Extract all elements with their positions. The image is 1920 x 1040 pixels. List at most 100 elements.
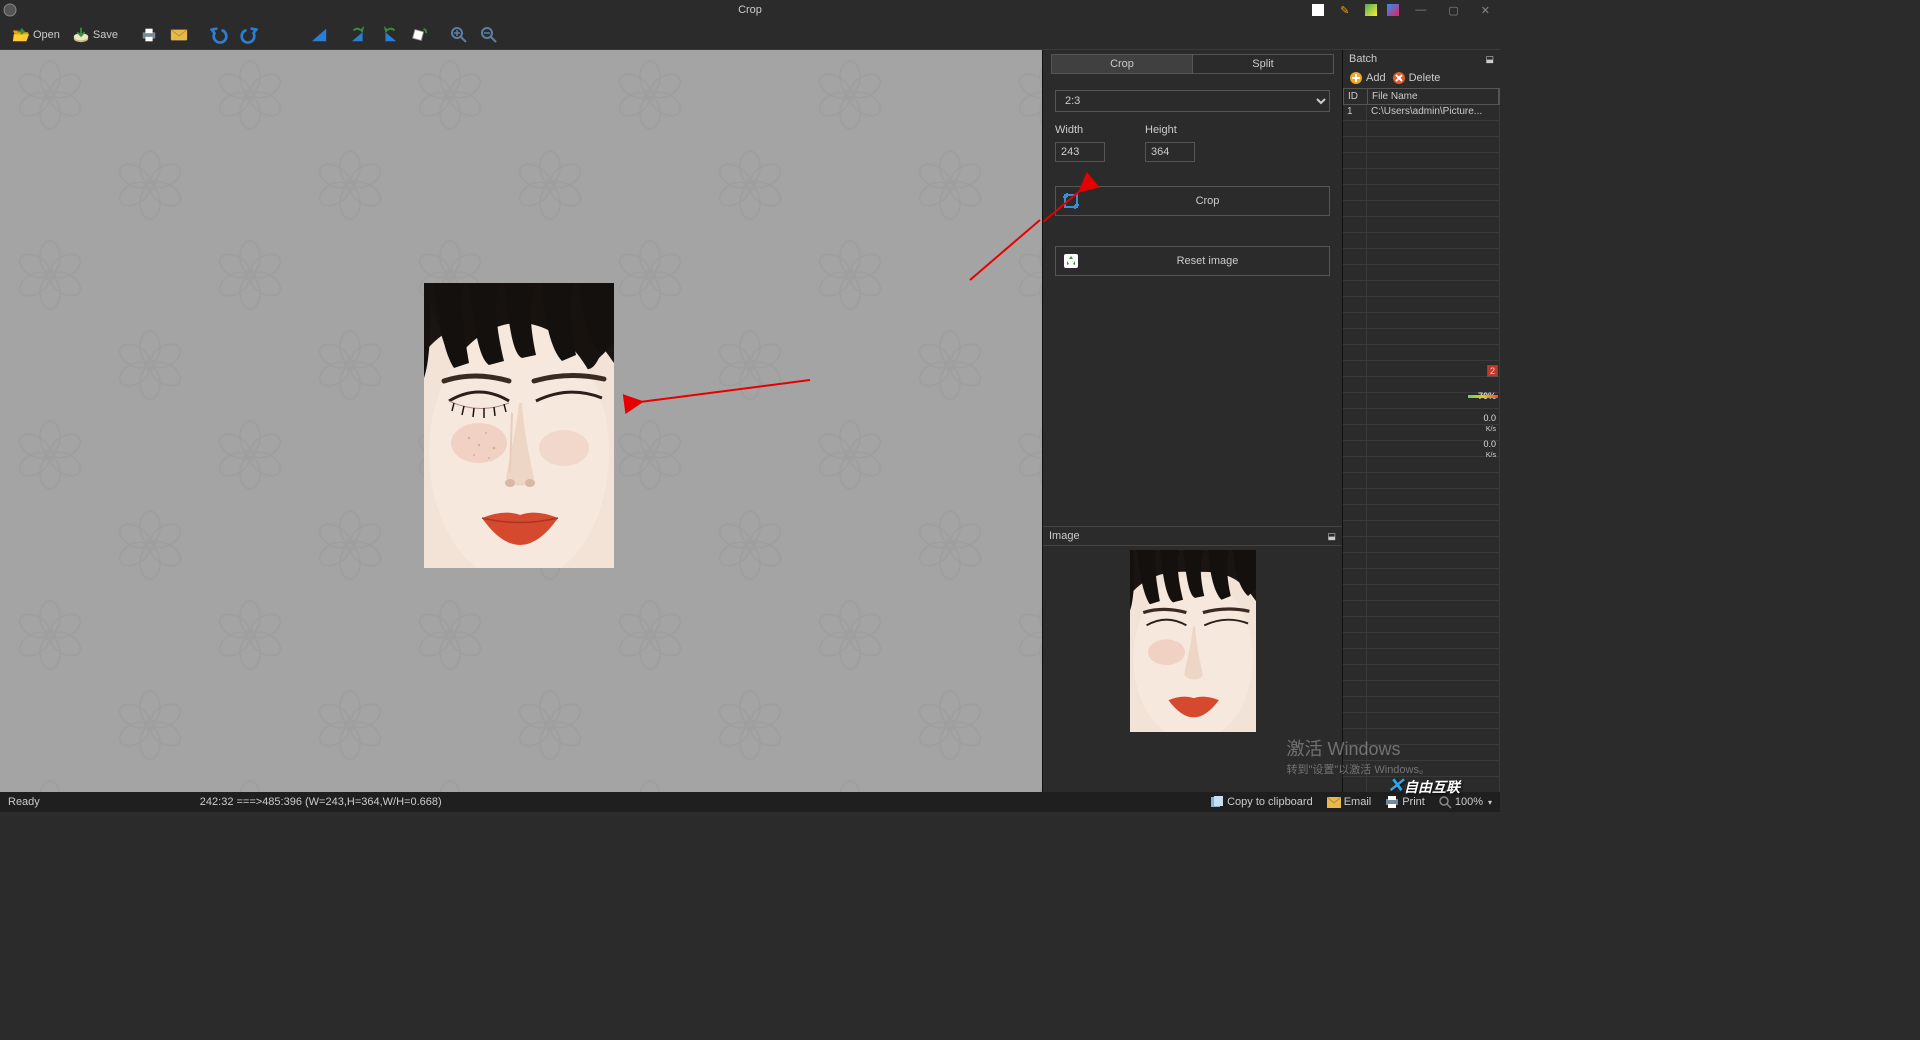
envelope-icon	[170, 26, 188, 44]
rotate-right-icon	[380, 26, 398, 44]
zoom-label: 100%	[1455, 796, 1483, 808]
copy-clipboard-button[interactable]: Copy to clipboard	[1210, 796, 1313, 808]
status-print-button[interactable]: Print	[1385, 796, 1425, 808]
rotate-left-icon	[350, 26, 368, 44]
maximize-button[interactable]: ▢	[1442, 2, 1464, 19]
color-swatch-multi-1[interactable]	[1365, 4, 1377, 16]
crop-panel: Crop Split 2:3 Width Height	[1042, 50, 1342, 792]
status-zoom[interactable]: 100% ▾	[1439, 796, 1492, 809]
batch-table-body[interactable]: 2 70% 0.0K/s 0.0K/s 1C:\Users\admin\Pict…	[1343, 105, 1500, 792]
table-row[interactable]	[1343, 681, 1500, 697]
table-row[interactable]	[1343, 169, 1500, 185]
batch-add-button[interactable]: Add	[1349, 71, 1386, 85]
table-row[interactable]	[1343, 297, 1500, 313]
table-row[interactable]	[1343, 217, 1500, 233]
rotate-left-button[interactable]	[346, 24, 372, 46]
table-row[interactable]	[1343, 457, 1500, 473]
table-row[interactable]	[1343, 585, 1500, 601]
table-row[interactable]	[1343, 425, 1500, 441]
table-row[interactable]	[1343, 313, 1500, 329]
table-row[interactable]	[1343, 233, 1500, 249]
undo-icon	[210, 26, 228, 44]
color-swatch-white[interactable]	[1312, 4, 1324, 16]
redo-button[interactable]	[236, 24, 262, 46]
batch-title: Batch	[1349, 53, 1377, 65]
table-row[interactable]	[1343, 729, 1500, 745]
table-row[interactable]	[1343, 649, 1500, 665]
status-email-button[interactable]: Email	[1327, 796, 1372, 808]
col-filename[interactable]: File Name	[1368, 89, 1499, 104]
height-input[interactable]	[1145, 142, 1195, 162]
table-row[interactable]	[1343, 329, 1500, 345]
batch-delete-button[interactable]: Delete	[1392, 71, 1441, 85]
copy-label: Copy to clipboard	[1227, 796, 1313, 808]
tab-split[interactable]: Split	[1193, 55, 1333, 73]
table-row[interactable]: 1C:\Users\admin\Picture...	[1343, 105, 1500, 121]
aspect-ratio-select[interactable]: 2:3	[1055, 90, 1330, 112]
table-row[interactable]	[1343, 617, 1500, 633]
zoom-out-icon	[480, 26, 498, 44]
status-ready: Ready	[8, 796, 40, 808]
color-swatch-multi-2[interactable]	[1387, 4, 1399, 16]
table-row[interactable]	[1343, 361, 1500, 377]
table-row[interactable]	[1343, 489, 1500, 505]
zoom-out-button[interactable]	[476, 24, 502, 46]
canvas-area[interactable]	[0, 50, 1042, 792]
reset-image-button[interactable]: Reset image	[1055, 246, 1330, 276]
print-label: Print	[1402, 796, 1425, 808]
pin-icon[interactable]: ⬓	[1485, 54, 1494, 65]
batch-panel: Batch ⬓ Add Delete ID File Name 2	[1342, 50, 1500, 792]
table-row[interactable]	[1343, 697, 1500, 713]
main-toolbar: Open Save	[0, 20, 1500, 50]
table-row[interactable]	[1343, 521, 1500, 537]
table-row[interactable]	[1343, 505, 1500, 521]
table-row[interactable]	[1343, 601, 1500, 617]
undo-button[interactable]	[206, 24, 232, 46]
print-button[interactable]	[136, 24, 162, 46]
table-row[interactable]	[1343, 553, 1500, 569]
table-row[interactable]	[1343, 121, 1500, 137]
open-button[interactable]: Open	[8, 24, 64, 46]
table-row[interactable]	[1343, 281, 1500, 297]
zoom-in-button[interactable]	[446, 24, 472, 46]
pencil-icon[interactable]: ✎	[1334, 2, 1355, 19]
table-row[interactable]	[1343, 137, 1500, 153]
table-row[interactable]	[1343, 633, 1500, 649]
table-row[interactable]	[1343, 665, 1500, 681]
status-bar: Ready 242:32 ===>485:396 (W=243,H=364,W/…	[0, 792, 1500, 812]
main-area: Crop Split 2:3 Width Height	[0, 50, 1500, 792]
table-row[interactable]	[1343, 777, 1500, 792]
flip-v-icon	[310, 26, 328, 44]
table-row[interactable]	[1343, 569, 1500, 585]
table-row[interactable]	[1343, 265, 1500, 281]
table-row[interactable]	[1343, 201, 1500, 217]
stray-rate1: 0.0K/s	[1481, 413, 1498, 433]
flip-horizontal-button[interactable]	[276, 24, 302, 46]
save-button[interactable]: Save	[68, 24, 122, 46]
table-row[interactable]	[1343, 761, 1500, 777]
rotate-right-button[interactable]	[376, 24, 402, 46]
table-row[interactable]	[1343, 345, 1500, 361]
close-button[interactable]: ✕	[1475, 2, 1496, 19]
table-row[interactable]	[1343, 441, 1500, 457]
table-row[interactable]	[1343, 185, 1500, 201]
col-id[interactable]: ID	[1344, 89, 1368, 104]
table-row[interactable]	[1343, 473, 1500, 489]
table-row[interactable]	[1343, 409, 1500, 425]
table-row[interactable]	[1343, 153, 1500, 169]
minimize-button[interactable]: —	[1409, 2, 1432, 18]
width-input[interactable]	[1055, 142, 1105, 162]
rotate-free-button[interactable]	[406, 24, 432, 46]
table-row[interactable]	[1343, 249, 1500, 265]
save-disk-icon	[72, 26, 90, 44]
flip-vertical-button[interactable]	[306, 24, 332, 46]
crop-button[interactable]: Crop	[1055, 186, 1330, 216]
email-button[interactable]	[166, 24, 192, 46]
image-preview	[1043, 546, 1342, 792]
recycle-icon	[1056, 253, 1086, 269]
table-row[interactable]	[1343, 537, 1500, 553]
table-row[interactable]	[1343, 713, 1500, 729]
table-row[interactable]	[1343, 745, 1500, 761]
tab-crop[interactable]: Crop	[1052, 55, 1193, 73]
pin-icon[interactable]: ⬓	[1327, 531, 1336, 542]
